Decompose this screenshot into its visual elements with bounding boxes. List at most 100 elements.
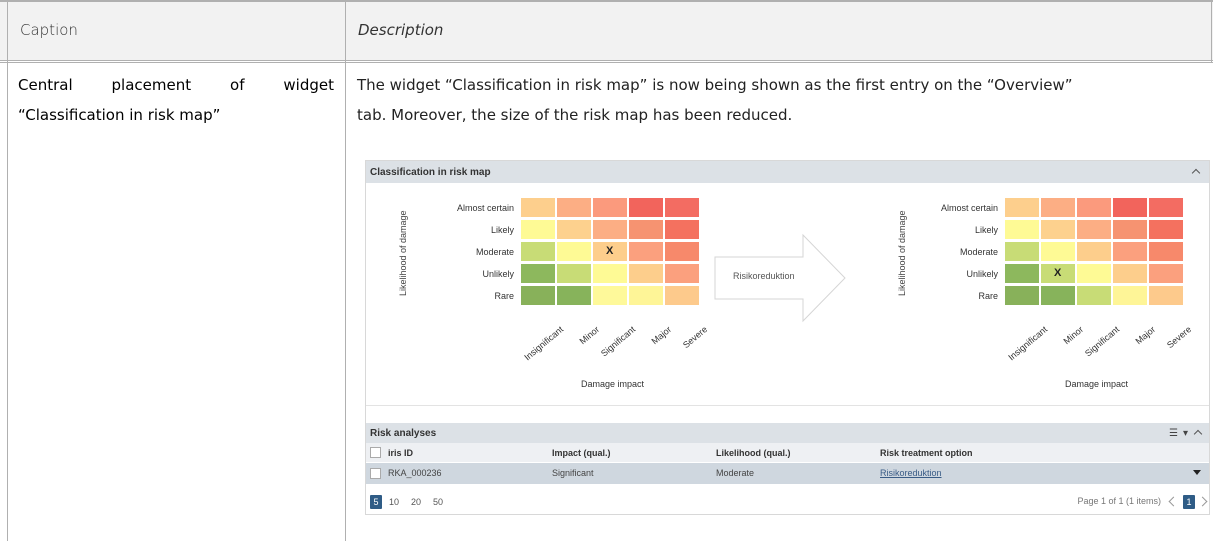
caption-line-2: “Classification in risk map” — [18, 106, 221, 124]
caption-word: placement — [111, 76, 192, 94]
dropdown-icon[interactable]: ▾ — [1183, 428, 1188, 439]
row-expand-icon[interactable] — [1193, 470, 1201, 475]
risk-cell — [556, 197, 592, 218]
row-checkbox[interactable] — [370, 468, 381, 479]
caption-word: Central — [18, 76, 73, 94]
risk-cell — [1004, 241, 1040, 262]
caption-word: of — [230, 76, 245, 94]
caption-line-1: Central placement of widget — [18, 70, 334, 100]
column-header-treatment[interactable]: Risk treatment option — [880, 448, 973, 458]
page-size-10[interactable]: 10 — [388, 495, 400, 509]
chevron-up-icon[interactable] — [1193, 428, 1203, 438]
risk-cell — [592, 219, 628, 240]
risk-cell — [664, 241, 700, 262]
pager: 5 10 20 50 Page 1 of 1 (1 items) 1 — [366, 487, 1209, 513]
column-header-id[interactable]: iris ID — [388, 448, 413, 458]
risk-cell — [1004, 219, 1040, 240]
x-axis-title-before: Damage impact — [581, 379, 645, 389]
header-caption: Caption — [20, 21, 78, 39]
row-impact: Significant — [552, 468, 594, 478]
risk-cell — [628, 219, 664, 240]
risk-cell — [1112, 285, 1148, 306]
risk-cell — [664, 197, 700, 218]
risk-cell — [1004, 263, 1040, 284]
risk-cell — [628, 241, 664, 262]
risk-cell — [556, 285, 592, 306]
risk-cell — [664, 285, 700, 306]
widget-screenshot: Classification in risk map Likelihood of… — [365, 160, 1210, 515]
table-column-divider — [345, 0, 346, 541]
risk-cell — [520, 285, 556, 306]
risk-cell — [592, 197, 628, 218]
risk-cell — [1076, 285, 1112, 306]
arrow-label: Risikoreduktion — [733, 271, 795, 281]
risk-cell — [1004, 197, 1040, 218]
row-likelihood: Moderate — [716, 468, 755, 478]
risk-map-widget-title: Classification in risk map — [370, 166, 491, 178]
risk-cell — [1076, 197, 1112, 218]
risk-cell — [520, 197, 556, 218]
risk-cell — [1112, 241, 1148, 262]
risk-cell — [1040, 197, 1076, 218]
risk-mark: X — [1054, 267, 1062, 279]
caption-cell: Central placement of widget “Classificat… — [18, 70, 336, 130]
risk-cell — [1076, 241, 1112, 262]
grid-column-header: iris ID Impact (qual.) Likelihood (qual.… — [366, 443, 1209, 462]
risk-analyses-tools: ☰ ▾ — [1169, 428, 1203, 439]
row-label: Unlikely — [482, 269, 514, 279]
risk-map-widget-header[interactable]: Classification in risk map — [366, 161, 1209, 183]
risk-cell — [628, 197, 664, 218]
row-treatment-link[interactable]: Risikoreduktion — [880, 468, 942, 478]
risk-cell — [628, 263, 664, 284]
risk-cell — [520, 241, 556, 262]
risk-cell — [1148, 285, 1184, 306]
risk-cell — [1076, 263, 1112, 284]
next-page-icon[interactable] — [1199, 494, 1209, 508]
risk-cell — [664, 263, 700, 284]
risk-cell — [1076, 219, 1112, 240]
page-size-20[interactable]: 20 — [410, 495, 422, 509]
row-label: Rare — [494, 291, 514, 301]
caption-word: widget — [283, 76, 334, 94]
page-size-50[interactable]: 50 — [432, 495, 444, 509]
row-label: Almost certain — [456, 203, 514, 213]
select-all-checkbox[interactable] — [370, 447, 381, 458]
row-label: Moderate — [959, 247, 998, 257]
risk-cell — [556, 241, 592, 262]
row-label: Likely — [490, 225, 514, 235]
table-left-border — [7, 0, 8, 541]
document-table: Caption Description Central placement of… — [0, 0, 1213, 541]
column-header-likelihood[interactable]: Likelihood (qual.) — [716, 448, 791, 458]
risk-cell — [628, 285, 664, 306]
y-axis-title-before: Likelihood of damage — [398, 210, 408, 296]
header-divider-2 — [0, 62, 1213, 63]
risk-cell — [1112, 263, 1148, 284]
risk-cell — [1040, 241, 1076, 262]
row-id: RKA_000236 — [388, 468, 442, 478]
risk-cell — [1148, 241, 1184, 262]
row-label: Moderate — [475, 247, 514, 257]
risk-cell — [556, 219, 592, 240]
column-header-impact[interactable]: Impact (qual.) — [552, 448, 611, 458]
header-divider — [0, 60, 1213, 61]
section-divider — [366, 405, 1209, 406]
risk-mark: X — [606, 245, 614, 257]
table-row[interactable]: RKA_000236 Significant Moderate Risikore… — [366, 463, 1209, 484]
column-chooser-icon[interactable]: ☰ — [1169, 428, 1178, 439]
row-label: Almost certain — [940, 203, 998, 213]
risk-cell — [592, 263, 628, 284]
risk-cell — [1148, 263, 1184, 284]
prev-page-icon[interactable] — [1167, 494, 1177, 508]
risk-cell — [520, 263, 556, 284]
chevron-up-icon[interactable] — [1191, 167, 1201, 177]
page-size-5[interactable]: 5 — [370, 495, 382, 509]
risk-cell — [520, 219, 556, 240]
risk-cell — [1148, 197, 1184, 218]
row-label: Rare — [978, 291, 998, 301]
current-page-button[interactable]: 1 — [1183, 495, 1195, 509]
risk-cell — [556, 263, 592, 284]
risk-cell — [1148, 219, 1184, 240]
risk-cell — [664, 219, 700, 240]
table-right-border — [1211, 0, 1212, 63]
description-line-1: The widget “Classification in risk map” … — [357, 76, 1073, 94]
